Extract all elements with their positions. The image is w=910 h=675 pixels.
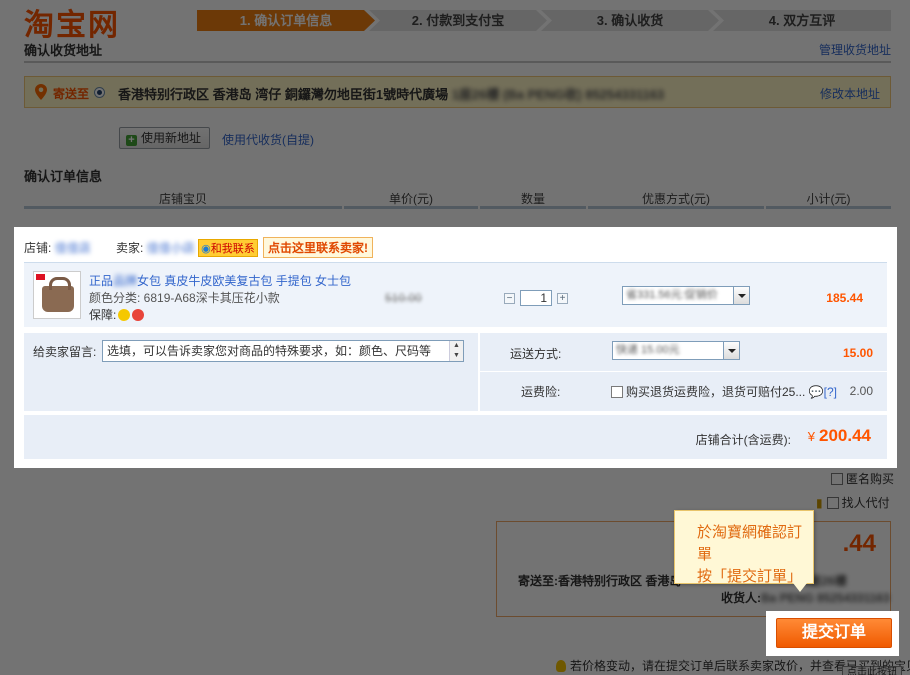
decrease-button[interactable]: − [504,292,515,304]
unit-price: 510.00 [385,291,422,305]
edit-address-link[interactable]: 修改本地址 [820,85,880,102]
address-private: 1座26樓 (Ba PENG收) 85254331163 [451,87,665,102]
plus-icon: + [126,135,137,146]
send-to-label: 寄送至 [53,87,90,101]
wangwang-icon: ◉ [201,243,211,255]
address-section-title: 确认收货地址 [24,43,103,58]
selected-address[interactable]: 寄送至 香港特别行政区 香港岛 湾仔 銅鑼灣勿地臣街1號時代廣場 1座26樓 (… [24,76,891,108]
order-section-title: 确认订单信息 [24,169,103,184]
step-confirm-receipt: 3. 确认收货 [541,10,719,31]
shop-total-amount: ¥200.44 [807,426,871,445]
column-discount: 优惠方式(元) [642,192,710,206]
column-shop-item: 店铺宝贝 [158,192,207,206]
insurance-option[interactable]: 购买退货运费险，退货可赔付25... 💬[?] [611,383,837,400]
shop-label: 店铺: [24,241,52,255]
instruction-tooltip: 於淘寶網確認訂單 按「提交訂單」 [674,510,814,592]
guarantee-badge-icon [118,309,131,321]
product-title-link[interactable]: 正品品牌女包 真皮牛皮欧美复古包 手提包 女士包 [89,272,351,289]
wangwang-chat-button[interactable]: ◉和我联系 [198,239,258,257]
checkout-steps: 1. 确认订单信息 2. 付款到支付宝 3. 确认收货 4. 双方互评 [197,10,891,31]
message-to-seller-input[interactable]: 选填，可以告诉卖家您对商品的特殊要求，如：颜色、尺码等 ▲ ▼ [102,340,464,362]
chevron-down-icon [733,287,749,304]
ship-to-text: 香港特别行政区 香港岛 [558,574,682,588]
address-radio[interactable] [94,87,105,98]
flag-icon: ▮ [816,496,823,510]
taobao-logo[interactable]: 淘宝网 [24,0,120,44]
increase-button[interactable]: + [557,292,568,304]
anonymous-checkbox[interactable] [831,473,843,485]
shop-total-label: 店铺合计(含运费): [695,433,791,447]
column-unit-price: 单价(元) [389,192,433,206]
shop-total-row: 店铺合计(含运费): ¥200.44 [24,415,887,459]
tooltip-line-2: 按「提交訂單」 [697,568,803,585]
shipping-area: 运送方式: 快递 15.00元 15.00 运费险: 购买退货运费险，退货可赔付… [480,333,887,411]
ship-to-label: 寄送至: [518,574,558,588]
order-item-row: 正品品牌女包 真皮牛皮欧美复古包 手提包 女士包 颜色分类: 6819-A68深… [24,262,887,327]
anonymous-purchase-option[interactable]: 匿名购买 [831,470,894,487]
discount-select[interactable]: 省331.56元:促销价 [622,286,750,305]
insurance-cost: 2.00 [849,384,873,398]
seller-name[interactable]: 佳佳小店 [147,241,195,255]
divider [24,61,891,63]
receiver-label: 收货人: [721,591,761,605]
comment-icon: 💬 [808,385,824,399]
step-confirm-order: 1. 确认订单信息 [197,10,375,31]
step-mutual-review: 4. 双方互评 [713,10,891,31]
shipping-label: 运送方式: [510,347,562,361]
message-label: 给卖家留言: [33,345,97,359]
step-pay-alipay: 2. 付款到支付宝 [369,10,547,31]
order-item-block: 店铺: 佳佳店 卖家: 佳佳小店 ◉和我联系 点击这里联系卖家! 正品品牌女包 … [14,227,897,468]
shipping-cost: 15.00 [842,346,873,360]
insurance-checkbox[interactable] [611,386,623,398]
product-spec: 颜色分类: 6819-A68深卡其压花小款 [89,291,280,305]
lightbulb-icon [556,660,566,672]
return-badge-icon [132,309,145,321]
shop-info: 店铺: 佳佳店 卖家: 佳佳小店 ◉和我联系 点击这里联系卖家! [24,237,374,258]
submit-order-button[interactable]: 提交订单 [776,618,892,648]
location-pin-icon [35,84,47,100]
footnote-button[interactable]: 点击此按钮 [842,666,902,675]
seller-label: 卖家: [116,241,144,255]
column-subtotal: 小计(元) [806,192,851,206]
message-area: 给卖家留言: 选填，可以告诉卖家您对商品的特殊要求，如：颜色、尺码等 ▲ ▼ [24,333,478,411]
receiver-private: Ba PENG 85254331163 [761,591,890,605]
proxy-pay-checkbox[interactable] [826,497,839,509]
proxy-pay-option[interactable]: ▮ 找人代付 [816,494,890,511]
proxy-pickup-link[interactable]: 使用代收货(自提) [222,131,314,148]
manage-address-link[interactable]: 管理收货地址 [819,41,891,58]
column-quantity: 数量 [520,192,545,206]
contact-seller-button[interactable]: 点击这里联系卖家! [263,237,374,258]
tooltip-line-1: 於淘寶網確認訂單 [697,524,803,563]
quantity-stepper[interactable]: −1 + [504,290,568,306]
use-new-address-button[interactable]: + 使用新地址 [119,127,211,149]
total-amount: .44 [842,530,876,557]
quantity-input[interactable]: 1 [520,290,552,306]
scrollbar[interactable]: ▲ ▼ [449,341,463,361]
insurance-help-link[interactable]: [?] [824,385,837,399]
guarantee: 保障: [89,306,145,323]
product-thumbnail[interactable] [33,271,81,319]
shop-name[interactable]: 佳佳店 [55,241,91,255]
item-subtotal: 185.44 [826,291,863,305]
shipping-select[interactable]: 快递 15.00元 [612,341,740,360]
address-text: 香港特别行政区 香港岛 湾仔 銅鑼灣勿地臣街1號時代廣場 1座26樓 (Ba P… [118,87,665,102]
insurance-label: 运费险: [521,385,561,399]
chevron-down-icon [723,342,739,359]
